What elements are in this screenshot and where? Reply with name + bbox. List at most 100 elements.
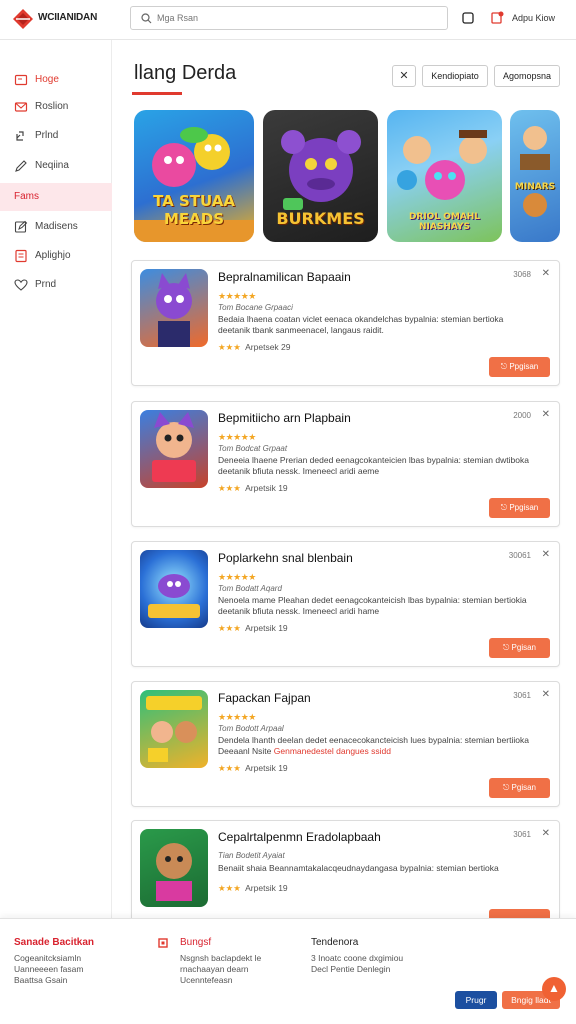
sidebar-item-label: Hoge [35,74,59,85]
sidebar-item-prnd[interactable]: Prnd [0,271,112,299]
sidebar-item-madisens[interactable]: Madisens [0,213,112,241]
star-rating: ★★★★★ [218,572,256,582]
game-thumbnail [140,550,208,628]
download-count: 2000 [513,411,531,420]
game-card[interactable]: Poplarkehn snal blenbain ★★★★★ Tom Bodat… [131,541,560,667]
star-rating: ★★★★★ [218,712,256,722]
card-subtitle: Tom Bodcat Grpaat [218,444,288,453]
dismiss-icon[interactable]: ✕ [542,268,550,279]
footer-line[interactable]: Decl Pentie Denlegin [311,964,390,974]
account-link[interactable]: Adpu Kiow [512,13,555,23]
search-icon [141,13,152,24]
sidebar-item-label: Prnd [35,279,57,290]
rating-line: ★★★ Arpetsek 29 [218,342,291,352]
dismiss-icon[interactable]: ✕ [542,409,550,420]
download-count: 3061 [513,830,531,839]
rating-line: ★★★ Arpetsik 19 [218,623,288,633]
sidebar-item-label: Roslion [35,101,69,112]
page-title: llang Derda [134,62,237,84]
sidebar-item-neqiina[interactable]: Neqiina [0,152,112,180]
brand-name: WCIIANIDAN [38,12,98,23]
mail-icon [14,102,28,112]
footer-line[interactable]: Ucenntefeasn [180,975,232,985]
game-thumbnail [140,690,208,768]
agomopsna-button[interactable]: Agomopsna [494,65,560,87]
logo-icon [13,9,33,29]
footer-line[interactable]: 3 Inoatc coone dxgimiou [311,953,403,963]
footer-line[interactable]: Cogeanitcksiamln [14,953,81,963]
card-action-button[interactable]: ⎋ Pgisan [489,638,550,658]
primary-button[interactable]: Prugr [455,991,497,1009]
game-card[interactable]: Fapackan Fajpan ★★★★★ Tom Bodott Arpaal … [131,681,560,807]
download-count: 3068 [513,270,531,279]
game-thumbnail [140,410,208,488]
card-description: Nenoela mame Pleahan dedet eenagcokantei… [218,595,527,616]
star-rating: ★★★★★ [218,432,256,442]
card-subtitle: Tom Bodatt Aqard [218,584,282,593]
home-icon [14,74,28,86]
notification-icon[interactable] [490,11,504,25]
sidebar: Hoge Roslion Prlnd Neqiina Fams Madisens… [0,40,112,920]
card-description: Dendela lhanth deelan dedet eenacecokanc… [218,735,529,756]
sidebar-item-roslion[interactable]: Roslion [0,93,112,121]
card-description: Bedaia lhaena coatan viclet eenaca okand… [218,314,504,335]
footer-line[interactable]: Nsgnsh baclapdekt le [180,953,261,963]
featured-game-tile[interactable]: TA STUAA MEADS [134,110,254,242]
card-title: Cepalrtalpenmn Eradolapbaah [218,830,381,844]
dismiss-icon[interactable]: ✕ [542,549,550,560]
window-icon[interactable] [461,11,475,25]
footer-col-title: Tendenora [311,937,359,948]
footer-line[interactable]: Uanneeeen fasam [14,964,83,974]
heart-icon [14,279,28,291]
card-subtitle: Tian Bodetit Ayaiat [218,851,285,860]
featured-game-tile[interactable]: BURKMES [263,110,378,242]
card-description: Benaiit shaia Beannamtakalacqeudnaydanga… [218,863,499,873]
featured-game-tile[interactable]: MINARS [510,110,560,242]
sidebar-item-home[interactable]: Hoge [0,66,112,94]
card-subtitle: Tom Bodott Arpaal [218,724,284,733]
pen-icon [15,160,27,172]
rating-line: ★★★ Arpetsik 19 [218,483,288,493]
card-action-button[interactable]: ⎋ Ppgisan [489,498,550,518]
featured-game-tile[interactable]: DRIOL OMAHL NIASHAYS [387,110,502,242]
game-thumbnail [140,269,208,347]
footer: Sanade Bacitkan Cogeanitcksiamln Uanneee… [0,918,576,1024]
featured-caption: MINARS [514,182,556,192]
kendiopiato-button[interactable]: Kendiopiato [422,65,488,87]
scroll-top-button[interactable]: ▲ [542,977,566,1001]
card-action-button[interactable]: ⎋ Pgisan [489,778,550,798]
top-header: WCIIANIDAN Adpu Kiow [0,0,576,40]
sidebar-item-aplighjo[interactable]: Aplighjo [0,242,112,270]
search-bar[interactable] [130,6,448,30]
sidebar-item-label: Aplighjo [35,250,71,261]
featured-caption: BURKMES [276,209,365,228]
sidebar-item-label: Madisens [35,221,78,232]
rating-line: ★★★ Arpetsik 19 [218,763,288,773]
close-button[interactable]: ✕ [392,65,416,87]
sidebar-item-prlnd[interactable]: Prlnd [0,122,112,150]
footer-line[interactable]: rnachaayan dearn [180,964,249,974]
sidebar-item-label: Prlnd [35,130,59,141]
game-card[interactable]: Bepralnamilican Bapaain ★★★★★ Tom Bocane… [131,260,560,386]
card-subtitle: Tom Bocane Grpaaci [218,303,293,312]
game-thumbnail [140,829,208,907]
card-action-button[interactable]: ⎋ Ppgisan [489,357,550,377]
search-input[interactable] [157,10,437,26]
game-artwork [520,126,550,217]
edit-icon [14,220,28,233]
title-underline [132,92,182,95]
featured-caption: TA STUAA MEADS [153,192,235,228]
footer-line[interactable]: Baattsa Gsain [14,975,67,985]
download-count: 3061 [513,691,531,700]
sidebar-item-fams[interactable]: Fams [0,183,112,211]
square-icon [158,938,168,948]
download-count: 30061 [508,551,531,560]
rating-line: ★★★ Arpetsik 19 [218,883,288,893]
dismiss-icon[interactable]: ✕ [542,689,550,700]
dismiss-icon[interactable]: ✕ [542,828,550,839]
game-card[interactable]: Bepmitiicho arn Plapbain ★★★★★ Tom Bodca… [131,401,560,527]
document-icon [15,249,27,263]
featured-caption: DRIOL OMAHL NIASHAYS [408,212,481,232]
card-title: Bepmitiicho arn Plapbain [218,411,351,425]
card-title: Fapackan Fajpan [218,691,311,705]
